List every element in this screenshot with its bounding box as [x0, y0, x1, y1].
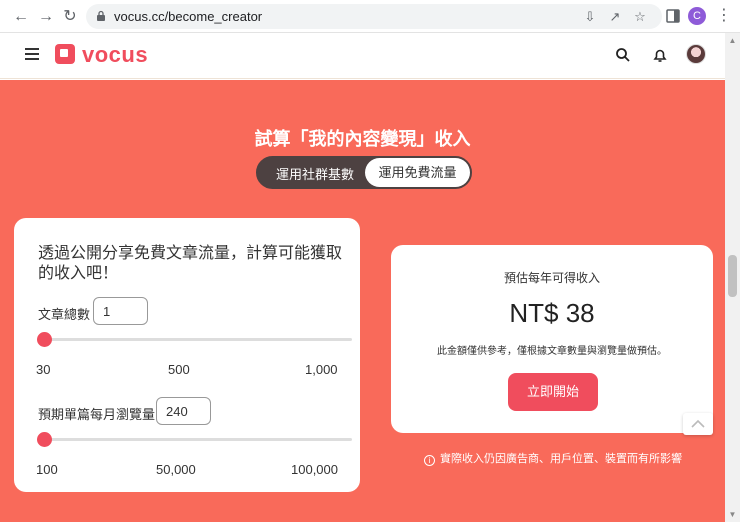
bell-icon[interactable]: [651, 46, 669, 64]
url-text: vocus.cc/become_creator: [114, 9, 263, 24]
article-count-slider[interactable]: [37, 332, 352, 347]
section-title: 試算「我的內容變現」收入: [254, 129, 471, 149]
scroll-to-top-button[interactable]: [683, 413, 713, 435]
toggle-community-option[interactable]: 運用社群基數: [266, 164, 364, 183]
monthly-views-slider[interactable]: [37, 432, 352, 447]
tick-label: 100: [36, 462, 58, 477]
estimate-label: 預估每年可得收入: [503, 271, 600, 285]
scroll-up-arrow-icon[interactable]: ▲: [728, 36, 737, 45]
start-now-button[interactable]: 立即開始: [508, 373, 598, 411]
hamburger-menu-icon[interactable]: [25, 48, 39, 60]
tick-label: 1,000: [305, 362, 338, 377]
calculator-heading: 透過公開分享免費文章流量，計算可能獲取的收入吧！: [38, 245, 343, 282]
browser-toolbar: ← → ↻ vocus.cc/become_creator ⇩ ↗ ☆ C ⋮: [0, 0, 740, 33]
mode-toggle: 運用社群基數 運用免費流量: [256, 156, 472, 189]
share-icon[interactable]: ↗: [607, 9, 623, 25]
back-arrow-icon[interactable]: ←: [12, 8, 30, 26]
page-scrollbar[interactable]: ▲ ▼: [725, 33, 740, 522]
logo-text: vocus: [82, 42, 149, 67]
result-card: 預估每年可得收入 NT$ 38 此金額僅供參考，僅根據文章數量與瀏覽量做預估。 …: [391, 245, 713, 433]
chevron-up-icon: [691, 419, 705, 428]
lock-icon: [97, 10, 105, 21]
bookmark-star-icon[interactable]: ☆: [632, 9, 648, 25]
calculator-card: 透過公開分享免費文章流量，計算可能獲取的收入吧！ 文章總數 30 500 1,0…: [14, 218, 360, 492]
info-icon: i: [424, 455, 435, 466]
forward-arrow-icon[interactable]: →: [37, 8, 55, 26]
tick-label: 100,000: [291, 462, 338, 477]
browser-menu-icon[interactable]: ⋮: [716, 7, 732, 25]
address-bar[interactable]: vocus.cc/become_creator ⇩ ↗ ☆: [86, 4, 662, 29]
toggle-traffic-option[interactable]: 運用免費流量: [365, 158, 470, 187]
scrollbar-thumb[interactable]: [728, 255, 737, 297]
disclaimer-text: 實際收入仍因廣告商、用戶位置、裝置而有所影響: [440, 453, 682, 465]
tick-label: 500: [168, 362, 190, 377]
income-calculator-section: 試算「我的內容變現」收入 運用社群基數 運用免費流量 透過公開分享免費文章流量，…: [0, 80, 725, 522]
logo-mark-icon: [55, 44, 75, 64]
install-app-icon[interactable]: ⇩: [582, 9, 598, 25]
slider-thumb[interactable]: [37, 332, 52, 347]
monthly-views-input[interactable]: [156, 397, 211, 425]
profile-avatar[interactable]: C: [688, 7, 706, 25]
side-panel-icon[interactable]: [666, 9, 680, 23]
estimate-note: 此金額僅供參考，僅根據文章數量與瀏覽量做預估。: [437, 346, 667, 357]
site-header: vocus: [0, 33, 725, 79]
article-count-input[interactable]: [93, 297, 148, 325]
reload-icon[interactable]: ↻: [61, 8, 79, 26]
search-icon[interactable]: [614, 46, 632, 64]
user-avatar[interactable]: [686, 44, 706, 64]
tick-label: 50,000: [156, 462, 196, 477]
article-count-label: 文章總數: [38, 307, 91, 322]
scroll-down-arrow-icon[interactable]: ▼: [728, 510, 737, 519]
disclaimer: i 實際收入仍因廣告商、用戶位置、裝置而有所影響: [424, 450, 694, 466]
estimated-income: NT$ 38: [509, 298, 595, 328]
monthly-views-label: 預期單篇每月瀏覽量: [38, 407, 156, 422]
slider-thumb[interactable]: [37, 432, 52, 447]
tick-label: 30: [36, 362, 51, 377]
